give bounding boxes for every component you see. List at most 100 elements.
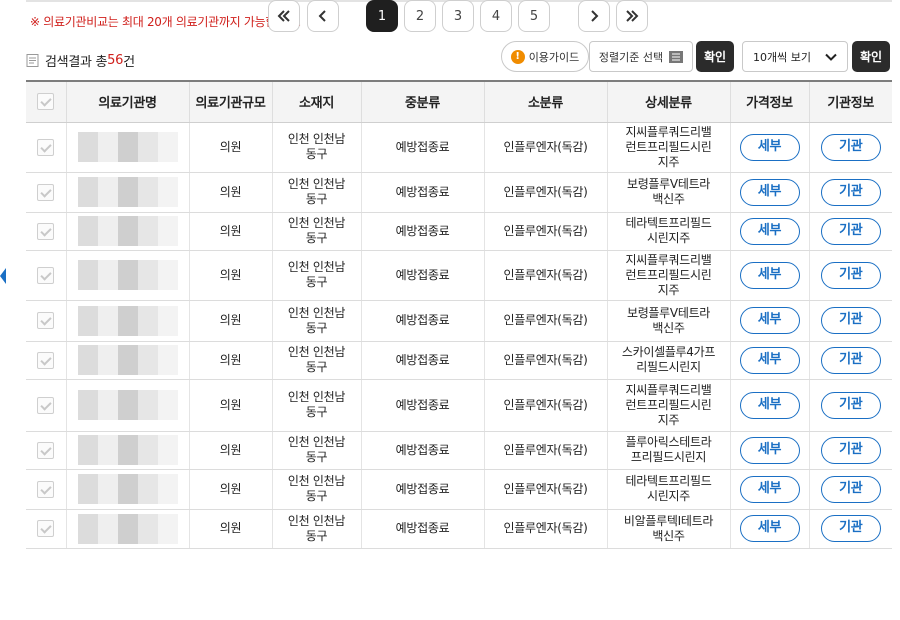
institution-info-button[interactable]: 기관: [820, 346, 881, 374]
institution-info-cell: 기관: [808, 122, 892, 173]
select-all-checkbox[interactable]: [37, 93, 55, 111]
detail-category-cell: 지씨플루쿼드리밸 런트프리필드시린 지주: [606, 379, 730, 432]
detail-line: 지주: [657, 412, 680, 427]
institution-info-button[interactable]: 기관: [820, 391, 881, 419]
row-checkbox[interactable]: [37, 520, 55, 537]
price-detail-button[interactable]: 세부: [739, 261, 800, 289]
location-cell: 인천 인천남 동구: [271, 172, 361, 213]
redacted-institution-name: [77, 177, 178, 207]
row-checkbox[interactable]: [37, 183, 55, 201]
location-line: 동구: [305, 450, 328, 464]
row-checkbox[interactable]: [37, 312, 55, 329]
row-checkbox[interactable]: [37, 138, 55, 156]
prev-page-button[interactable]: [307, 0, 339, 32]
detail-line: 런트프리필드시린: [625, 267, 712, 282]
institution-info-button[interactable]: 기관: [820, 515, 881, 542]
institution-info-button[interactable]: 기관: [820, 217, 881, 245]
institution-info-button[interactable]: 기관: [820, 261, 881, 289]
result-number: 56: [107, 53, 124, 68]
sort-select-button[interactable]: 정렬기준 선택: [589, 41, 693, 72]
row-checkbox[interactable]: [37, 441, 55, 459]
location-cell: 인천 인천남 동구: [271, 431, 361, 470]
price-info-cell: 세부: [729, 122, 809, 173]
chevron-down-icon: [825, 53, 837, 61]
institution-name-cell: [65, 379, 189, 432]
institution-info-button[interactable]: 기관: [820, 475, 881, 503]
row-checkbox[interactable]: [37, 396, 55, 414]
price-detail-button[interactable]: 세부: [739, 391, 800, 419]
detail-line: 백신주: [652, 192, 685, 206]
institution-info-cell: 기관: [808, 212, 892, 251]
detail-line: 백신주: [652, 528, 685, 543]
location-cell: 인천 인천남 동구: [271, 300, 361, 342]
price-detail-button[interactable]: 세부: [739, 178, 800, 206]
location-line: 인천 인천남: [287, 305, 346, 320]
detail-line: 리필드시린지: [636, 360, 701, 374]
next-page-button[interactable]: [578, 0, 610, 32]
price-detail-button[interactable]: 세부: [739, 475, 800, 503]
price-info-cell: 세부: [729, 250, 809, 301]
location-line: 동구: [305, 147, 328, 161]
location-line: 인천 인천남: [287, 132, 346, 146]
table-row: 의원 인천 인천남 동구 예방접종료 인플루엔자(독감) 지씨플루쿼드리밸 런트프리필드시린…: [26, 379, 892, 432]
results-table: 의료기관명 의료기관규모 소재지 중분류 소분류 상세분류 가격정보 기관정보 …: [26, 80, 892, 549]
institution-name-cell: [65, 212, 189, 251]
col-mid-category: 중분류: [360, 80, 484, 123]
side-panel-toggle-icon[interactable]: [0, 268, 6, 284]
row-checkbox[interactable]: [37, 480, 55, 498]
usage-guide-button[interactable]: ! 이용가이드: [501, 41, 589, 72]
page-button[interactable]: 3: [442, 0, 474, 32]
detail-line: 지주: [657, 282, 680, 297]
info-icon: !: [510, 49, 525, 64]
institution-name-cell: [65, 469, 189, 510]
page-button[interactable]: 4: [480, 0, 512, 32]
row-select-cell: [26, 172, 66, 213]
per-page-confirm-button[interactable]: 확인: [852, 41, 890, 72]
mid-category-cell: 예방접종료: [360, 379, 484, 432]
location-line: 동구: [305, 192, 328, 206]
location-line: 인천 인천남: [287, 513, 346, 528]
price-detail-button[interactable]: 세부: [739, 436, 800, 464]
price-detail-button[interactable]: 세부: [739, 217, 800, 245]
institution-name-cell: [65, 250, 189, 301]
page-button[interactable]: 2: [404, 0, 436, 32]
institution-info-button[interactable]: 기관: [820, 307, 881, 334]
page-button[interactable]: 1: [366, 0, 398, 32]
detail-line: 프리필드시린지: [630, 450, 707, 464]
table-row: 의원 인천 인천남 동구 예방접종료 인플루엔자(독감) 비알플루텍I테트라 백신주 세부 기관: [26, 509, 892, 549]
last-page-button[interactable]: [616, 0, 648, 32]
price-detail-button[interactable]: 세부: [739, 515, 800, 542]
price-detail-button[interactable]: 세부: [739, 346, 800, 374]
row-checkbox[interactable]: [37, 351, 55, 369]
institution-info-cell: 기관: [808, 379, 892, 432]
result-prefix: 검색결과 총: [45, 55, 108, 70]
institution-name-cell: [65, 300, 189, 342]
detail-line: 지주: [657, 154, 680, 169]
table-row: 의원 인천 인천남 동구 예방접종료 인플루엔자(독감) 테라텍트프리필드 시린지주 세부 기관: [26, 212, 892, 251]
institution-info-button[interactable]: 기관: [820, 178, 881, 206]
location-line: 인천 인천남: [287, 216, 346, 230]
price-info-cell: 세부: [729, 341, 809, 380]
per-page-select[interactable]: 10개씩 보기: [742, 41, 848, 72]
institution-name-cell: [65, 172, 189, 213]
detail-line: 플루아릭스테트라: [625, 435, 712, 449]
first-page-button[interactable]: [268, 0, 300, 32]
row-checkbox[interactable]: [37, 222, 55, 240]
institution-info-button[interactable]: 기관: [820, 133, 881, 161]
sort-confirm-button[interactable]: 확인: [696, 41, 734, 72]
location-line: 인천 인천남: [287, 474, 346, 488]
price-detail-button[interactable]: 세부: [739, 307, 800, 334]
row-checkbox[interactable]: [37, 266, 55, 284]
institution-info-cell: 기관: [808, 341, 892, 380]
location-line: 인천 인천남: [287, 177, 346, 191]
document-icon: [26, 54, 39, 67]
detail-category-cell: 플루아릭스테트라 프리필드시린지: [606, 431, 730, 470]
price-info-cell: 세부: [729, 212, 809, 251]
sub-category-cell: 인플루엔자(독감): [483, 212, 607, 251]
redacted-institution-name: [77, 132, 178, 162]
col-sub-category: 소분류: [483, 80, 607, 123]
page-button[interactable]: 5: [518, 0, 550, 32]
price-detail-button[interactable]: 세부: [739, 133, 800, 161]
location-cell: 인천 인천남 동구: [271, 212, 361, 251]
institution-info-button[interactable]: 기관: [820, 436, 881, 464]
